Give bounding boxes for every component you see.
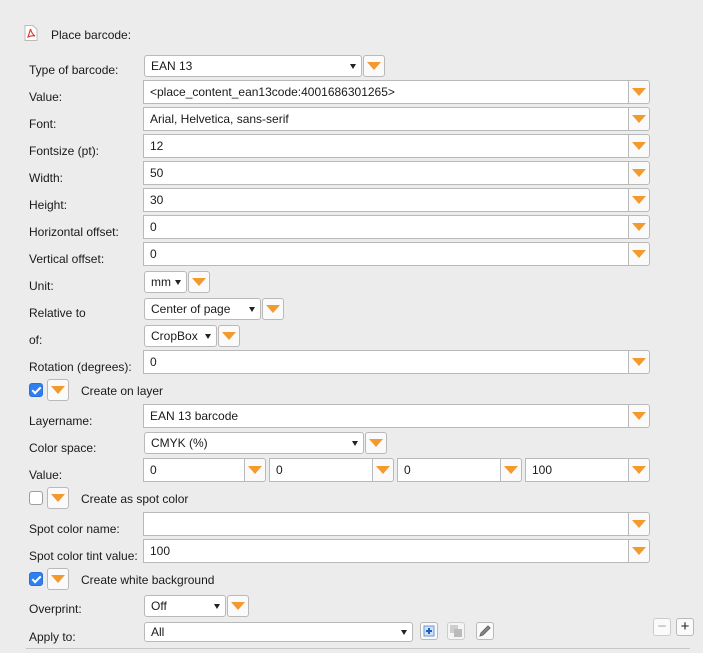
duplicate-icon <box>450 625 462 637</box>
color-space-variable-button[interactable] <box>365 432 387 454</box>
black-value-field[interactable]: 100 <box>525 458 628 482</box>
pdf-icon <box>24 25 38 41</box>
create-on-layer-checkbox[interactable] <box>29 383 43 397</box>
add-button[interactable]: + <box>676 618 694 636</box>
layername-variable-button[interactable] <box>628 404 650 428</box>
of-variable-button[interactable] <box>218 325 240 347</box>
horizontal-offset-label: Horizontal offset: <box>29 225 119 239</box>
relative-to-select[interactable]: Center of page <box>144 298 261 320</box>
rotation-label: Rotation (degrees): <box>29 360 132 374</box>
create-as-spot-color-variable-button[interactable] <box>47 487 69 509</box>
black-variable-button[interactable] <box>628 458 650 482</box>
apply-to-select[interactable]: All <box>144 622 413 642</box>
chevron-down-icon <box>214 604 220 609</box>
unit-label: Unit: <box>29 279 54 293</box>
edit-button[interactable] <box>476 622 494 640</box>
relative-to-label: Relative to <box>29 306 86 320</box>
duplicate-button[interactable] <box>447 622 465 640</box>
width-field[interactable]: 50 <box>143 161 628 185</box>
fontsize-label: Fontsize (pt): <box>29 144 100 158</box>
type-of-barcode-variable-button[interactable] <box>363 55 385 77</box>
yellow-variable-button[interactable] <box>500 458 522 482</box>
overprint-variable-button[interactable] <box>227 595 249 617</box>
yellow-value-field[interactable]: 0 <box>397 458 500 482</box>
apply-to-label: Apply to: <box>29 630 76 644</box>
of-label: of: <box>29 333 43 347</box>
spot-color-name-label: Spot color name: <box>29 522 120 536</box>
chevron-down-icon <box>350 64 356 69</box>
width-variable-button[interactable] <box>628 161 650 185</box>
value-field[interactable]: <place_content_ean13code:4001686301265> <box>143 80 628 104</box>
cyan-value-field[interactable]: 0 <box>143 458 244 482</box>
vertical-offset-field[interactable]: 0 <box>143 242 628 266</box>
rotation-field[interactable]: 0 <box>143 350 628 374</box>
width-label: Width: <box>29 171 64 185</box>
font-variable-button[interactable] <box>628 107 650 131</box>
fontsize-field[interactable]: 12 <box>143 134 628 158</box>
chevron-down-icon <box>249 307 255 312</box>
color-value-label: Value: <box>29 468 63 482</box>
unit-variable-button[interactable] <box>188 271 210 293</box>
unit-select[interactable]: mm <box>144 271 187 293</box>
chevron-down-icon <box>352 441 358 446</box>
font-label: Font: <box>29 117 57 131</box>
pencil-icon <box>479 625 491 637</box>
value-label: Value: <box>29 90 63 104</box>
overprint-select[interactable]: Off <box>144 595 226 617</box>
layername-label: Layername: <box>29 414 93 428</box>
color-space-select[interactable]: CMYK (%) <box>144 432 364 454</box>
height-variable-button[interactable] <box>628 188 650 212</box>
spot-color-name-variable-button[interactable] <box>628 512 650 536</box>
type-of-barcode-label: Type of barcode: <box>29 63 119 77</box>
chevron-down-icon <box>175 280 181 285</box>
section-title: Place barcode: <box>51 28 132 42</box>
add-icon <box>423 625 435 637</box>
create-white-background-variable-button[interactable] <box>47 568 69 590</box>
layername-field[interactable]: EAN 13 barcode <box>143 404 628 428</box>
spot-color-tint-label: Spot color tint value: <box>29 549 138 563</box>
fontsize-variable-button[interactable] <box>628 134 650 158</box>
cyan-variable-button[interactable] <box>244 458 266 482</box>
rotation-variable-button[interactable] <box>628 350 650 374</box>
magenta-variable-button[interactable] <box>372 458 394 482</box>
horizontal-offset-field[interactable]: 0 <box>143 215 628 239</box>
color-space-label: Color space: <box>29 441 97 455</box>
add-page-range-button[interactable] <box>420 622 438 640</box>
font-field[interactable]: Arial, Helvetica, sans-serif <box>143 107 628 131</box>
type-of-barcode-select[interactable]: EAN 13 <box>144 55 362 77</box>
height-field[interactable]: 30 <box>143 188 628 212</box>
relative-to-variable-button[interactable] <box>262 298 284 320</box>
divider <box>26 648 690 649</box>
remove-button[interactable]: − <box>653 618 671 636</box>
of-select[interactable]: CropBox <box>144 325 217 347</box>
height-label: Height: <box>29 198 68 212</box>
spot-color-name-field[interactable] <box>143 512 628 536</box>
value-variable-button[interactable] <box>628 80 650 104</box>
vertical-offset-variable-button[interactable] <box>628 242 650 266</box>
chevron-down-icon <box>401 630 407 635</box>
chevron-down-icon <box>205 334 211 339</box>
magenta-value-field[interactable]: 0 <box>269 458 372 482</box>
horizontal-offset-variable-button[interactable] <box>628 215 650 239</box>
create-white-background-label: Create white background <box>81 573 215 587</box>
create-as-spot-color-checkbox[interactable] <box>29 491 43 505</box>
create-on-layer-label: Create on layer <box>81 384 164 398</box>
vertical-offset-label: Vertical offset: <box>29 252 105 266</box>
create-on-layer-variable-button[interactable] <box>47 379 69 401</box>
spot-color-tint-variable-button[interactable] <box>628 539 650 563</box>
create-as-spot-color-label: Create as spot color <box>81 492 189 506</box>
overprint-label: Overprint: <box>29 602 82 616</box>
spot-color-tint-field[interactable]: 100 <box>143 539 628 563</box>
create-white-background-checkbox[interactable] <box>29 572 43 586</box>
